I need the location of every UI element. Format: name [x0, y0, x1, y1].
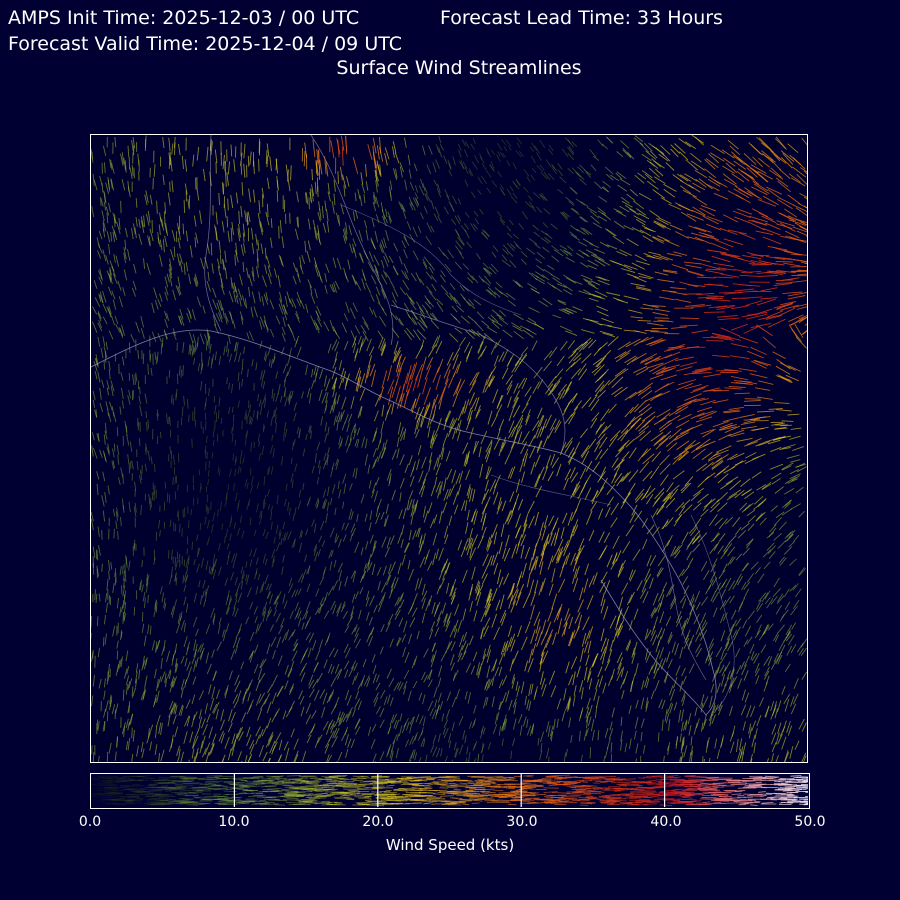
lead-time-label: Forecast Lead Time: 33 Hours: [440, 7, 723, 29]
coastline: [91, 135, 735, 716]
wind-streamline-map: [90, 134, 808, 763]
wind-speed-colorbar: [90, 773, 810, 809]
colorbar-streaks: [91, 774, 808, 807]
wind-streaks: [91, 135, 807, 762]
streamline-canvas: [91, 135, 807, 762]
colorbar-tick-20: 20.0: [362, 814, 394, 830]
colorbar-tick-0: 0.0: [78, 814, 102, 830]
colorbar-tick-40: 40.0: [650, 814, 682, 830]
colorbar-tick-30: 30.0: [506, 814, 538, 830]
colorbar-tick-50: 50.0: [794, 814, 826, 830]
valid-time-label: Forecast Valid Time: 2025-12-04 / 09 UTC: [8, 33, 402, 55]
colorbar-label: Wind Speed (kts): [385, 836, 515, 854]
colorbar-tick-10: 10.0: [218, 814, 250, 830]
init-time-label: AMPS Init Time: 2025-12-03 / 00 UTC: [8, 7, 360, 29]
map-subtitle: Surface Wind Streamlines: [336, 57, 582, 79]
